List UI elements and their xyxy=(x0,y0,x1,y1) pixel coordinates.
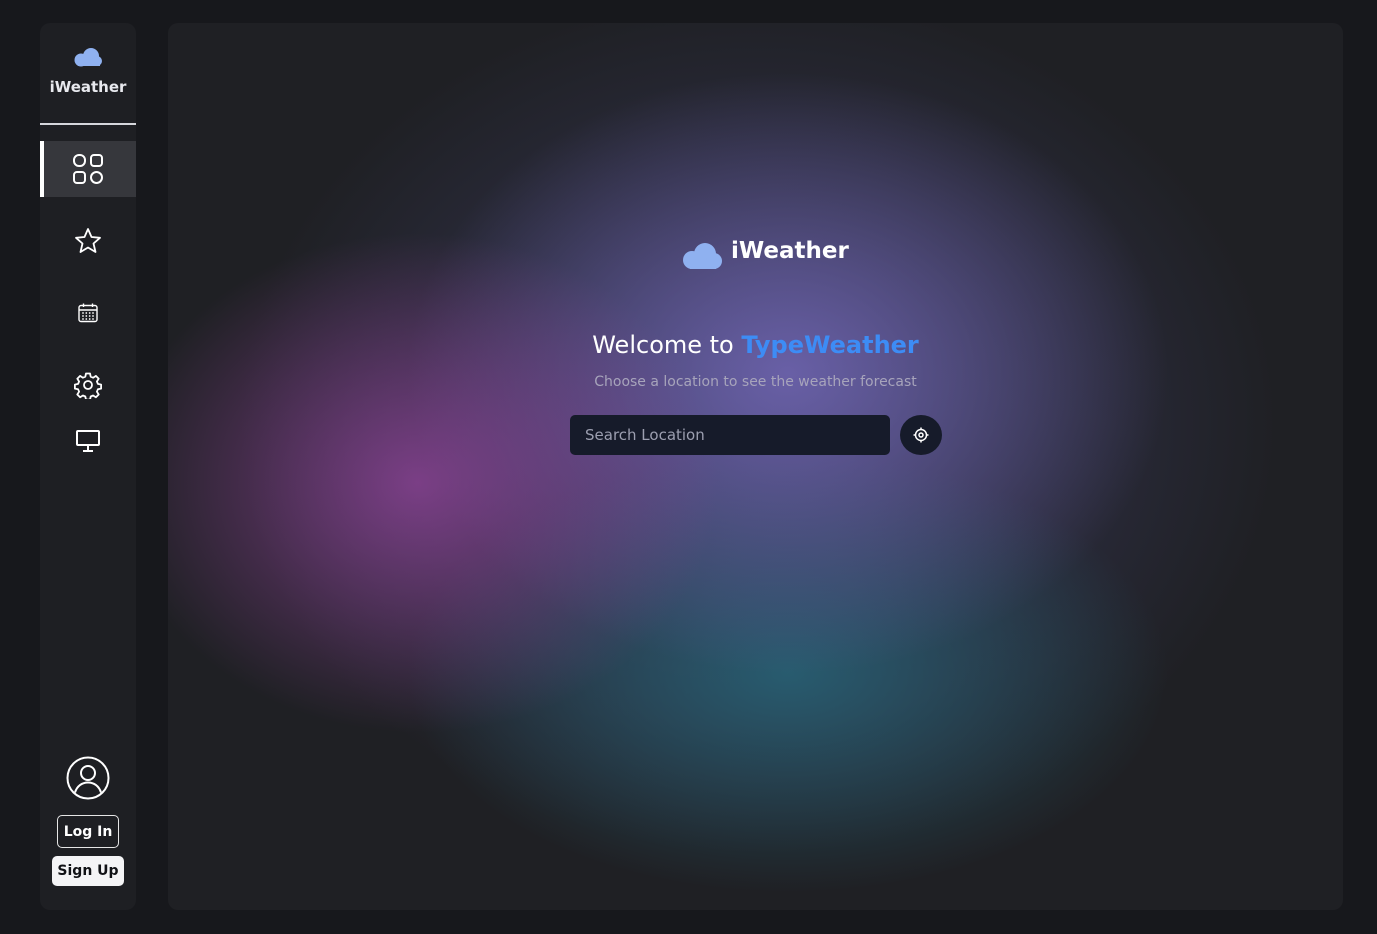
gear-icon xyxy=(74,372,102,399)
sidebar-brand[interactable]: iWeather xyxy=(40,23,136,125)
monitor-icon xyxy=(76,430,100,452)
signup-button[interactable]: Sign Up xyxy=(52,856,124,886)
app-window: iWeather Log In Sign Up iWeather Welcome… xyxy=(0,0,1377,934)
welcome-prefix: Welcome to xyxy=(592,331,742,359)
welcome-brand: TypeWeather xyxy=(741,331,919,359)
clouds-icon xyxy=(683,243,722,269)
calendar-icon xyxy=(78,303,98,323)
hero-brand-name: iWeather xyxy=(731,238,849,264)
locate-button[interactable] xyxy=(900,415,942,455)
nav-item-favorites[interactable] xyxy=(40,213,136,269)
login-button[interactable]: Log In xyxy=(57,815,119,848)
user-avatar-icon[interactable] xyxy=(66,756,110,800)
star-icon xyxy=(75,228,101,253)
nav-item-display[interactable] xyxy=(40,413,136,469)
search-input[interactable] xyxy=(570,415,890,455)
main-content: iWeather Welcome to TypeWeather Choose a… xyxy=(168,23,1343,910)
main-panel: iWeather Welcome to TypeWeather Choose a… xyxy=(168,23,1343,910)
welcome-subtitle: Choose a location to see the weather for… xyxy=(594,374,917,390)
clouds-icon xyxy=(74,48,102,67)
sidebar-brand-name: iWeather xyxy=(49,78,127,96)
crosshair-icon xyxy=(913,427,929,443)
divider xyxy=(40,123,136,125)
nav-item-calendar[interactable] xyxy=(40,285,136,341)
welcome-heading: Welcome to TypeWeather xyxy=(168,331,1343,359)
nav-item-settings[interactable] xyxy=(40,357,136,413)
sidebar: iWeather Log In Sign Up xyxy=(40,23,136,910)
nav-item-dashboard[interactable] xyxy=(40,141,136,197)
dashboard-grid-icon xyxy=(73,154,103,184)
